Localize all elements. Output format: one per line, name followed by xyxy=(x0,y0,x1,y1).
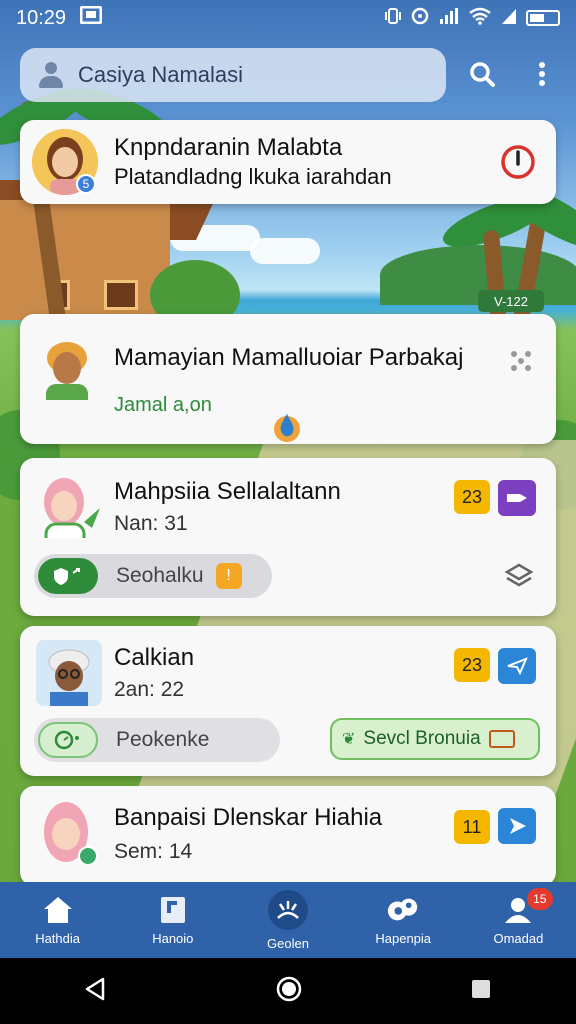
contact-card[interactable]: 5 Knpndaranin Malabta Platandladng lkuka… xyxy=(20,120,556,204)
vibrate-icon xyxy=(384,7,402,30)
splash-icon xyxy=(268,889,308,930)
tag-icon[interactable] xyxy=(498,480,536,516)
search-icon[interactable] xyxy=(462,54,502,94)
nav-item-explore[interactable]: Geolen xyxy=(230,882,345,958)
pill-label: Peokenke xyxy=(116,728,210,751)
contact-card[interactable]: Calkian 2an: 22 23 Peokenke ❦ Sevcl Bron… xyxy=(20,626,556,776)
power-icon[interactable] xyxy=(500,144,536,180)
card-title: Knpndaranin Malabta xyxy=(114,134,343,161)
send-icon[interactable] xyxy=(498,648,536,684)
recents-icon[interactable] xyxy=(469,977,493,1006)
account-icon[interactable] xyxy=(36,60,66,90)
card-title: Calkian xyxy=(114,644,195,671)
status-pill[interactable]: Peokenke xyxy=(34,718,280,762)
search-bar[interactable]: Casiya Namalasi xyxy=(20,48,446,102)
leaf-icon: ❦ xyxy=(342,731,356,748)
avatar-badge: 5 xyxy=(76,174,96,194)
shield-icon xyxy=(38,558,98,594)
nav-item-home[interactable]: Hathdia xyxy=(0,882,115,958)
contact-card[interactable]: Mamayian Mamalluoiar Parbakaj Jamal a,on xyxy=(20,314,556,444)
nav-label: Omadad xyxy=(493,930,544,946)
count-badge: 23 xyxy=(454,648,490,682)
puzzle-icon xyxy=(386,895,420,925)
ticket-icon xyxy=(488,730,515,748)
hut xyxy=(0,200,170,320)
nav-item-community[interactable]: Hapenpia xyxy=(346,882,461,958)
nav-item-saved[interactable]: Hanoio xyxy=(115,882,230,958)
system-navigation-bar xyxy=(0,958,576,1024)
more-options-icon[interactable] xyxy=(522,54,562,94)
contact-card[interactable]: Mahpsiia Sellalaltann Nan: 31 23 Seohalk… xyxy=(20,458,556,616)
action-button-label: Sevcl Bronuia xyxy=(363,728,481,749)
hut-window xyxy=(104,280,138,310)
droplet-icon xyxy=(270,410,304,444)
card-subtitle: Sem: 14 xyxy=(114,840,193,863)
card-subtitle: Jamal a,on xyxy=(114,394,212,416)
signal-icon xyxy=(438,7,460,30)
count-badge: 23 xyxy=(454,480,490,514)
card-subtitle: 2an: 22 xyxy=(114,678,185,701)
nav-label: Hathdia xyxy=(35,930,80,946)
home-icon xyxy=(41,895,75,925)
notification-badge: 15 xyxy=(526,888,553,910)
signal-icon-2 xyxy=(500,7,518,30)
action-button[interactable]: ❦ Sevcl Bronuia xyxy=(330,718,540,760)
scene-sign: V-122 xyxy=(478,290,544,312)
battery-icon xyxy=(526,10,560,26)
card-subtitle: Platandladng lkuka iarahdan xyxy=(114,164,392,189)
back-icon[interactable] xyxy=(83,976,109,1007)
nav-label: Hapenpia xyxy=(375,930,432,946)
status-pill[interactable]: Seohalku ! xyxy=(34,554,272,598)
data-saver-icon xyxy=(410,7,430,30)
pill-label: Seohalku xyxy=(116,564,204,587)
home-button-icon[interactable] xyxy=(275,975,303,1008)
man-avatar xyxy=(34,334,100,400)
status-time: 10:29 xyxy=(16,6,67,29)
bookmark-icon xyxy=(156,895,190,925)
girl-avatar xyxy=(34,472,100,538)
sim-icon xyxy=(79,5,103,30)
drag-handle-icon[interactable] xyxy=(506,346,536,376)
elder-avatar xyxy=(36,640,102,706)
nav-item-profile[interactable]: 15 Omadad xyxy=(461,882,576,958)
nav-label: Geolen xyxy=(267,935,309,951)
wifi-icon xyxy=(468,7,492,30)
bottom-navigation: Hathdia Hanoio Geolen Hapenpia 15 Omadad xyxy=(0,882,576,958)
send-icon[interactable] xyxy=(498,808,536,844)
card-subtitle: Nan: 31 xyxy=(114,512,188,535)
timer-icon xyxy=(38,722,98,758)
cloud xyxy=(250,238,320,264)
contact-card[interactable]: Banpaisi Dlenskar Hiahia Sem: 14 11 xyxy=(20,786,556,886)
count-badge: 11 xyxy=(454,810,490,844)
nav-label: Hanoio xyxy=(152,930,194,946)
woman-pink-avatar xyxy=(36,798,102,864)
status-bar: 10:29 xyxy=(0,0,576,36)
layers-icon[interactable] xyxy=(504,562,534,592)
search-input[interactable]: Casiya Namalasi xyxy=(78,62,243,88)
card-title: Mamayian Mamalluoiar Parbakaj xyxy=(114,344,464,371)
card-title: Mahpsiia Sellalaltann xyxy=(114,478,341,505)
card-title: Banpaisi Dlenskar Hiahia xyxy=(114,804,383,831)
info-icon: ! xyxy=(215,563,242,589)
